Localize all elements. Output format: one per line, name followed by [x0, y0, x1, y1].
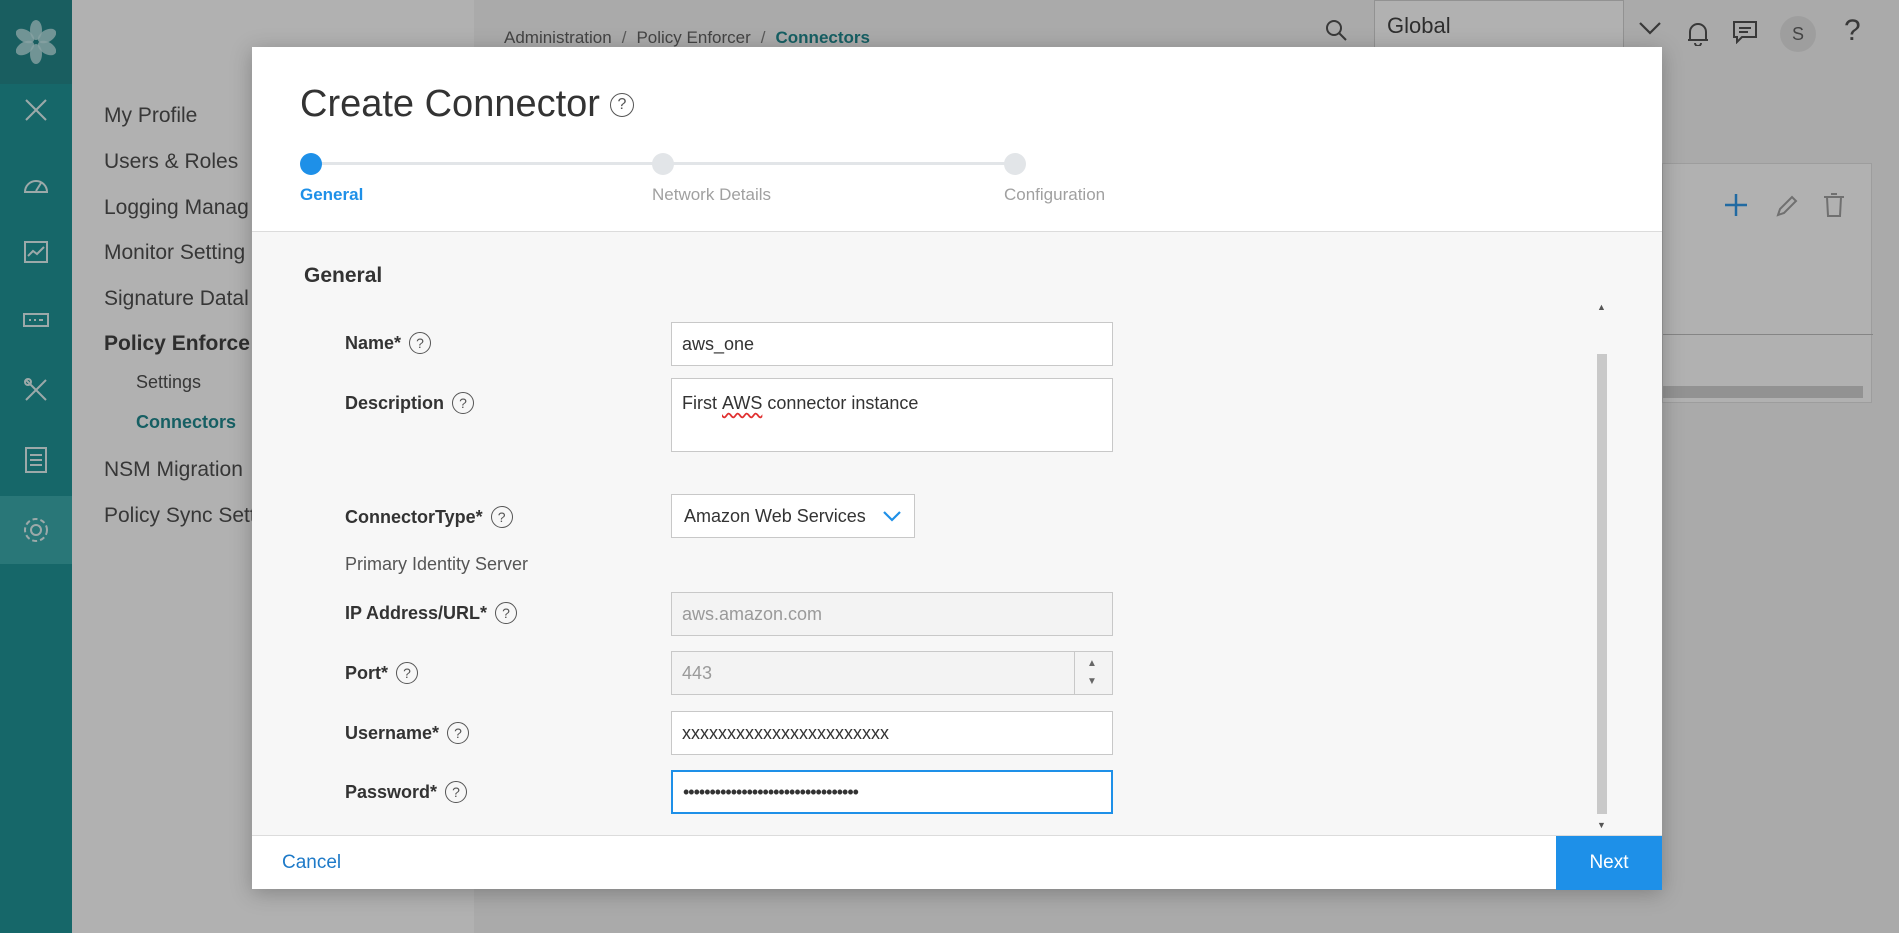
wizard-stepper: General Network Details Configuration	[300, 151, 1120, 211]
down-arrow-icon[interactable]: ▼	[1087, 676, 1097, 687]
step-configuration-label[interactable]: Configuration	[1004, 185, 1105, 205]
connector-type-label: ConnectorType*?	[345, 506, 513, 528]
password-label: Password*?	[345, 781, 468, 803]
dialog-scrollbar[interactable]: ▲ ▼	[1594, 302, 1608, 834]
connector-type-select[interactable]: Amazon Web Services	[671, 494, 915, 538]
dialog-footer: Cancel Next	[252, 835, 1662, 890]
description-textarea[interactable]: First AWS connector instance	[671, 378, 1113, 452]
password-input[interactable]: •••••••••••••••••••••••••••••••••	[671, 770, 1113, 814]
step-network-details-dot[interactable]	[652, 153, 674, 175]
step-network-details-label[interactable]: Network Details	[652, 185, 771, 205]
section-title: General	[304, 264, 383, 287]
help-icon[interactable]: ?	[409, 332, 432, 354]
dialog-title: Create Connector ?	[300, 83, 634, 126]
dialog-title-text: Create Connector	[300, 83, 600, 125]
port-input[interactable]: 443 ▲ ▼	[671, 651, 1113, 695]
next-button[interactable]: Next	[1556, 836, 1662, 890]
help-icon[interactable]: ?	[396, 662, 419, 684]
step-configuration-dot[interactable]	[1004, 153, 1026, 175]
help-icon[interactable]: ?	[447, 722, 470, 744]
username-input[interactable]: xxxxxxxxxxxxxxxxxxxxxxx	[671, 711, 1113, 755]
create-connector-dialog: Create Connector ? General Network Detai…	[252, 47, 1662, 890]
dialog-body: General Name*? aws_one Description? Firs…	[252, 231, 1662, 835]
chevron-down-icon	[883, 511, 901, 522]
help-icon[interactable]: ?	[495, 602, 518, 624]
port-label: Port*?	[345, 662, 419, 684]
name-input[interactable]: aws_one	[671, 322, 1113, 366]
help-icon[interactable]: ?	[445, 781, 468, 803]
help-icon[interactable]: ?	[490, 506, 513, 528]
ip-address-label: IP Address/URL*?	[345, 602, 518, 624]
step-general-label[interactable]: General	[300, 185, 363, 205]
primary-identity-server-label: Primary Identity Server	[345, 554, 529, 574]
up-arrow-icon[interactable]: ▲	[1087, 658, 1097, 669]
description-label: Description?	[345, 392, 475, 414]
cancel-button[interactable]: Cancel	[282, 852, 341, 874]
ip-address-input[interactable]: aws.amazon.com	[671, 592, 1113, 636]
port-stepper[interactable]: ▲ ▼	[1074, 652, 1112, 694]
help-icon[interactable]: ?	[609, 92, 634, 117]
username-label: Username*?	[345, 722, 470, 744]
step-general-dot[interactable]	[300, 153, 322, 175]
help-icon[interactable]: ?	[452, 392, 475, 414]
name-label: Name*?	[345, 332, 432, 354]
